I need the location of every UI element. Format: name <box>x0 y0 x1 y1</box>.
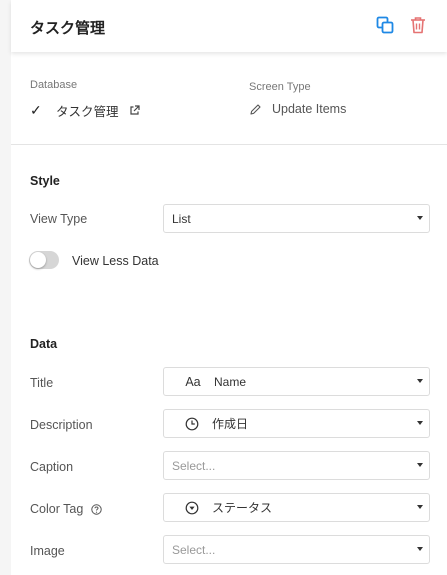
image-field-placeholder: Select... <box>172 542 216 557</box>
screen-type-text: Update Items <box>272 102 347 116</box>
dropdown-circle-icon <box>184 501 200 515</box>
color-tag-field-value: ステータス <box>212 501 273 515</box>
view-type-value: List <box>172 211 191 226</box>
screen-type-label: Screen Type <box>249 81 311 93</box>
description-field-select[interactable]: 作成日 <box>163 409 430 438</box>
pencil-icon <box>250 103 261 115</box>
color-tag-label-text: Color Tag <box>30 502 84 516</box>
caption-field-label: Caption <box>30 460 74 474</box>
chevron-down-icon <box>417 379 423 383</box>
toggle-knob <box>30 252 46 268</box>
database-label: Database <box>30 79 78 91</box>
caption-field-select[interactable]: Select... <box>163 451 430 480</box>
view-less-data-label: View Less Data <box>72 254 159 268</box>
divider <box>11 144 447 145</box>
color-tag-field-label: Color Tag <box>30 502 102 516</box>
title-field-value: Name <box>214 374 247 389</box>
view-type-label: View Type <box>30 212 88 226</box>
text-format-icon: Aa <box>185 374 201 389</box>
page-title: タスク管理 <box>30 20 106 37</box>
copy-icon <box>376 16 394 34</box>
screen-meta: Database ✓ タスク管理 Screen Type Update Item… <box>11 60 447 144</box>
delete-button[interactable] <box>407 14 429 36</box>
description-field-value: 作成日 <box>212 417 249 431</box>
chevron-down-icon <box>417 505 423 509</box>
description-field-label: Description <box>30 418 93 432</box>
settings-panel: タスク管理 Database ✓ タスク管理 Screen Type Updat… <box>11 0 447 575</box>
check-icon: ✓ <box>30 102 42 118</box>
database-name: タスク管理 <box>56 105 119 119</box>
view-type-select[interactable]: List <box>163 204 430 233</box>
left-gutter <box>0 0 11 575</box>
data-section-title: Data <box>30 337 58 351</box>
style-section-title: Style <box>30 174 60 188</box>
chevron-down-icon <box>417 421 423 425</box>
external-link-icon <box>129 105 140 115</box>
image-field-label: Image <box>30 544 65 558</box>
color-tag-field-select[interactable]: ステータス <box>163 493 430 522</box>
panel-header: タスク管理 <box>11 0 447 52</box>
help-icon <box>91 503 102 515</box>
open-link-button[interactable] <box>129 105 140 116</box>
caption-field-placeholder: Select... <box>172 458 216 473</box>
chevron-down-icon <box>417 216 423 220</box>
title-field-label: Title <box>30 376 54 390</box>
title-field-select[interactable]: Aa Name <box>163 367 430 396</box>
trash-icon <box>411 17 425 34</box>
help-button[interactable] <box>91 503 102 515</box>
clock-icon <box>184 417 200 431</box>
database-value: ✓ タスク管理 <box>30 101 140 120</box>
chevron-down-icon <box>417 463 423 467</box>
image-field-select[interactable]: Select... <box>163 535 430 564</box>
screen-type-value: Update Items <box>249 102 346 116</box>
copy-button[interactable] <box>374 14 396 36</box>
view-less-data-toggle[interactable] <box>29 251 59 269</box>
chevron-down-icon <box>417 547 423 551</box>
